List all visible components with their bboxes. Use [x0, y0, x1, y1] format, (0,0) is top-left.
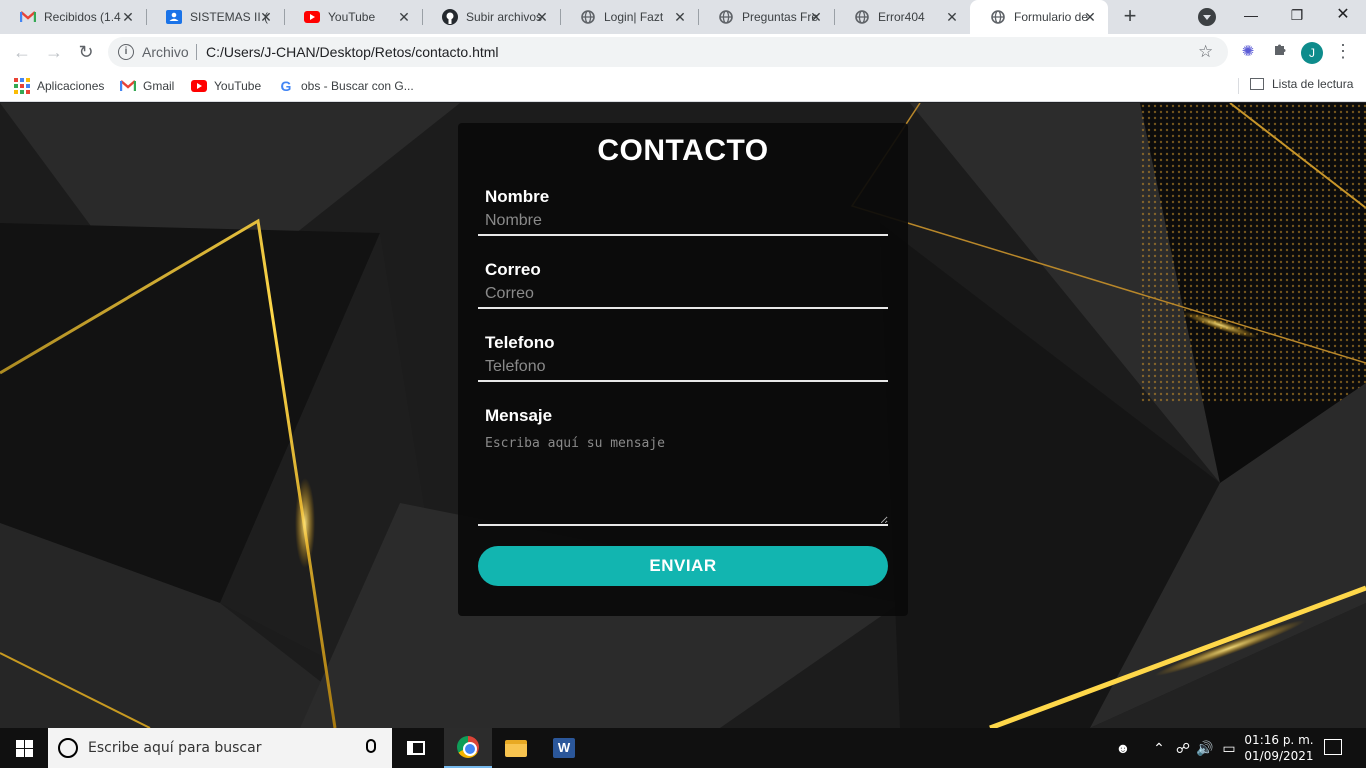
- windows-logo-icon: [15, 739, 33, 757]
- volume-icon[interactable]: 🔊: [1196, 738, 1214, 758]
- bookmark-label: obs - Buscar con G...: [301, 79, 414, 93]
- telefono-input[interactable]: [478, 354, 888, 382]
- bookmark-label: YouTube: [214, 79, 262, 93]
- reading-list-label: Lista de lectura: [1272, 77, 1354, 91]
- apps-grid-icon: [14, 78, 30, 94]
- tab-gmail[interactable]: Recibidos (1.4 ✕: [0, 0, 147, 34]
- restore-button[interactable]: ❐: [1274, 0, 1320, 30]
- bookmark-obs[interactable]: G obs - Buscar con G...: [278, 77, 414, 95]
- bookmark-label: Gmail: [143, 79, 175, 93]
- youtube-icon: [304, 9, 320, 25]
- address-scheme: Archivo: [142, 44, 189, 60]
- extension-icon[interactable]: ✺: [1238, 42, 1258, 62]
- tab-error404[interactable]: Error404 ✕: [834, 0, 970, 34]
- gmail-icon: [20, 9, 36, 25]
- classroom-icon: [166, 9, 182, 25]
- bookmark-youtube[interactable]: YouTube: [191, 77, 261, 95]
- taskbar-search[interactable]: Escribe aquí para buscar: [48, 728, 392, 768]
- chrome-icon: [457, 736, 479, 758]
- file-explorer-icon: [505, 739, 527, 757]
- correo-input[interactable]: [478, 281, 888, 309]
- close-icon[interactable]: ✕: [534, 9, 550, 25]
- bookmarks-bar: Aplicaciones Gmail YouTube G obs - Busca…: [0, 70, 1366, 102]
- chevron-up-icon[interactable]: ⌃: [1150, 738, 1168, 758]
- globe-icon: [580, 9, 596, 25]
- globe-icon: [854, 9, 870, 25]
- nombre-label: Nombre: [485, 187, 550, 206]
- reload-button[interactable]: ↻: [74, 40, 98, 64]
- nombre-input[interactable]: [478, 208, 888, 236]
- form-title: CONTACTO: [597, 134, 769, 167]
- tab-github[interactable]: Subir archivos ✕: [422, 0, 561, 34]
- tab-formulario[interactable]: Formulario de ✕: [970, 0, 1108, 34]
- battery-icon[interactable]: ▭: [1220, 738, 1238, 758]
- tab-login-fazt[interactable]: Login| Fazt ✕: [560, 0, 699, 34]
- bookmark-apps[interactable]: Aplicaciones: [14, 77, 104, 95]
- taskbar-clock[interactable]: 01:16 p. m. 01/09/2021: [1244, 732, 1314, 764]
- close-icon[interactable]: ✕: [120, 9, 136, 25]
- profile-avatar[interactable]: J: [1301, 42, 1323, 64]
- tab-youtube[interactable]: YouTube ✕: [284, 0, 423, 34]
- contact-form: CONTACTO Nombre Correo Telefono Mensaje …: [458, 123, 908, 616]
- taskbar-chrome[interactable]: [444, 728, 492, 768]
- minimize-button[interactable]: —: [1228, 0, 1274, 30]
- people-icon[interactable]: ☻: [1114, 738, 1132, 758]
- correo-label: Correo: [485, 260, 541, 279]
- cortana-icon: [58, 738, 78, 758]
- mensaje-textarea[interactable]: [478, 431, 888, 526]
- microphone-icon[interactable]: [366, 739, 376, 753]
- globe-icon: [718, 9, 734, 25]
- address-bar[interactable]: i Archivo C:/Users/J-CHAN/Desktop/Retos/…: [108, 37, 1228, 67]
- reading-list-button[interactable]: Lista de lectura: [1250, 77, 1353, 91]
- tab-title: Recibidos (1.4: [44, 10, 121, 24]
- taskbar-word[interactable]: W: [540, 728, 588, 768]
- new-tab-button[interactable]: +: [1118, 5, 1142, 29]
- menu-dots-icon[interactable]: ⋮: [1334, 42, 1352, 62]
- start-button[interactable]: [0, 728, 48, 768]
- close-icon[interactable]: ✕: [1082, 9, 1098, 25]
- bookmark-label: Aplicaciones: [37, 79, 105, 93]
- enviar-button[interactable]: ENVIAR: [478, 546, 888, 586]
- back-button[interactable]: ←: [10, 40, 34, 64]
- browser-toolbar: ← → ↻ i Archivo C:/Users/J-CHAN/Desktop/…: [0, 34, 1366, 70]
- taskbar-search-placeholder: Escribe aquí para buscar: [88, 740, 262, 756]
- mensaje-label: Mensaje: [485, 406, 553, 425]
- github-icon: [442, 9, 458, 25]
- close-icon[interactable]: ✕: [258, 9, 274, 25]
- gmail-icon: [120, 78, 136, 94]
- telefono-label: Telefono: [485, 333, 555, 352]
- globe-icon: [990, 9, 1006, 25]
- close-window-button[interactable]: ✕: [1320, 0, 1366, 30]
- bookmark-gmail[interactable]: Gmail: [120, 77, 174, 95]
- address-url[interactable]: C:/Users/J-CHAN/Desktop/Retos/contacto.h…: [206, 44, 499, 60]
- tab-strip: Recibidos (1.4 ✕ SISTEMAS II ( ✕ YouTube…: [0, 0, 1366, 34]
- close-icon[interactable]: ✕: [672, 9, 688, 25]
- youtube-icon: [191, 78, 207, 94]
- info-icon[interactable]: i: [118, 44, 134, 60]
- task-view-button[interactable]: [392, 728, 440, 768]
- close-icon[interactable]: ✕: [944, 9, 960, 25]
- tab-preguntas[interactable]: Preguntas Fre ✕: [698, 0, 835, 34]
- windows-taskbar: Escribe aquí para buscar W ☻ ⌃ ☍ 🔊 ▭ 01:…: [0, 728, 1366, 768]
- clock-time: 01:16 p. m.: [1244, 733, 1314, 747]
- reading-list-icon: [1250, 78, 1264, 90]
- close-icon[interactable]: ✕: [808, 9, 824, 25]
- puzzle-icon[interactable]: [1270, 42, 1290, 62]
- bookmark-star-icon[interactable]: ☆: [1198, 42, 1213, 62]
- taskbar-file-explorer[interactable]: [492, 728, 540, 768]
- wifi-icon[interactable]: ☍: [1174, 738, 1192, 758]
- google-icon: G: [280, 78, 292, 94]
- task-view-icon: [407, 741, 425, 755]
- word-icon: W: [553, 738, 575, 758]
- notifications-icon[interactable]: [1324, 739, 1342, 755]
- clock-date: 01/09/2021: [1244, 749, 1314, 763]
- page-viewport: CONTACTO Nombre Correo Telefono Mensaje …: [0, 103, 1366, 728]
- tab-sistemas[interactable]: SISTEMAS II ( ✕: [146, 0, 285, 34]
- tab-search-icon[interactable]: [1198, 8, 1216, 26]
- close-icon[interactable]: ✕: [396, 9, 412, 25]
- forward-button[interactable]: →: [42, 40, 66, 64]
